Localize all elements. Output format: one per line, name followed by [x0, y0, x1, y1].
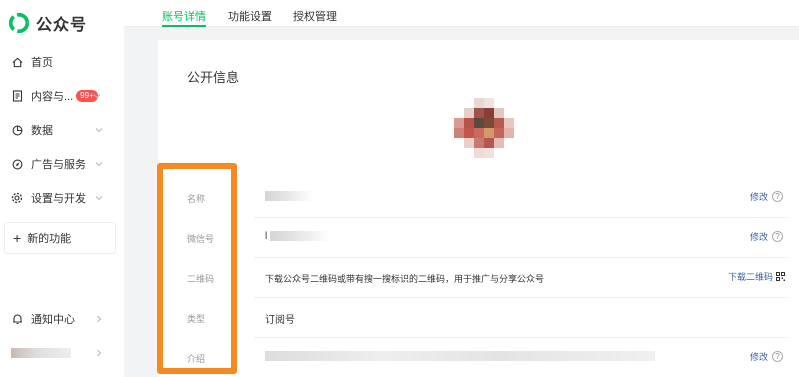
new-feature-button[interactable]: + 新的功能: [4, 222, 116, 254]
sidebar-item-label: 广告与服务: [31, 159, 86, 171]
sidebar-item-label: 数据: [31, 125, 53, 137]
redacted-intro: [265, 351, 655, 362]
account-info-panel: 公开信息 名称 修改 ? 微信号 l 修改 ? 二维码 下载公众号二维码或带有搜…: [158, 40, 799, 377]
edit-intro-button[interactable]: 修改 ?: [750, 350, 783, 363]
bell-icon: [11, 313, 23, 325]
qr-code-icon: [776, 272, 785, 281]
info-row-intro: 介绍 修改 ?: [158, 338, 799, 377]
highlight-annotation: [157, 163, 237, 374]
row-value: [265, 191, 313, 202]
row-value: l: [265, 231, 331, 242]
edit-wechat-id-button[interactable]: 修改 ?: [750, 230, 783, 243]
document-icon: [11, 90, 23, 102]
help-icon[interactable]: ?: [772, 191, 783, 202]
sidebar: 公众号 首页 内容与... 99+ 数据 广告与服务 设置与开发 + 新的功能 …: [0, 0, 124, 377]
app-title: 公众号: [36, 17, 88, 34]
sidebar-item-data[interactable]: 数据: [0, 117, 120, 143]
chevron-right-icon: [97, 315, 102, 323]
sidebar-item-home[interactable]: 首页: [0, 49, 120, 75]
sidebar-item-label: 通知中心: [31, 314, 75, 326]
help-icon[interactable]: ?: [772, 351, 783, 362]
chevron-down-icon: [95, 196, 103, 201]
sidebar-item-ads[interactable]: 广告与服务: [0, 151, 120, 177]
info-row-qrcode: 二维码 下载公众号二维码或带有搜一搜标识的二维码，用于推广与分享公众号 下载二维…: [158, 258, 799, 298]
tab-account-details[interactable]: 账号详情: [162, 8, 206, 27]
section-title: 公开信息: [187, 70, 240, 85]
app-logo[interactable]: 公众号: [8, 10, 87, 36]
sidebar-item-label: 内容与...: [31, 91, 74, 103]
sidebar-item-label: 首页: [31, 57, 53, 69]
row-value: 下载公众号二维码或带有搜一搜标识的二维码，用于推广与分享公众号: [265, 274, 545, 284]
logo-icon: [8, 12, 30, 34]
chevron-down-icon: [95, 162, 103, 167]
account-name-redacted: [11, 348, 71, 358]
tab-authorization[interactable]: 授权管理: [293, 8, 337, 24]
info-row-type: 类型 订阅号: [158, 298, 799, 338]
avatar[interactable]: [454, 98, 514, 158]
sidebar-item-label: 设置与开发: [31, 193, 86, 205]
tab-feature-settings[interactable]: 功能设置: [228, 8, 272, 24]
gear-icon: [11, 192, 23, 204]
info-row-name: 名称 修改 ?: [158, 178, 799, 218]
compass-icon: [11, 158, 23, 170]
home-icon: [11, 56, 23, 68]
sidebar-item-account[interactable]: [0, 340, 120, 366]
sidebar-item-content[interactable]: 内容与... 99+: [0, 83, 120, 109]
chevron-down-icon: [93, 94, 101, 99]
redacted-name: [265, 191, 313, 202]
redacted-wechat-id: [270, 231, 331, 242]
download-qrcode-link[interactable]: 下载二维码: [728, 270, 785, 283]
edit-name-button[interactable]: 修改 ?: [750, 190, 783, 203]
info-row-wechat-id: 微信号 l 修改 ?: [158, 218, 799, 258]
sidebar-item-settings[interactable]: 设置与开发: [0, 185, 120, 211]
chevron-right-icon: [97, 349, 102, 357]
row-value: 订阅号: [265, 315, 295, 326]
new-feature-label: 新的功能: [27, 233, 72, 245]
help-icon[interactable]: ?: [772, 231, 783, 242]
sidebar-item-notifications[interactable]: 通知中心: [0, 306, 120, 332]
row-value: [265, 351, 655, 362]
chevron-down-icon: [95, 128, 103, 133]
chart-icon: [11, 124, 23, 136]
top-tab-bar: 账号详情 功能设置 授权管理: [124, 0, 799, 27]
plus-icon: +: [13, 230, 22, 246]
